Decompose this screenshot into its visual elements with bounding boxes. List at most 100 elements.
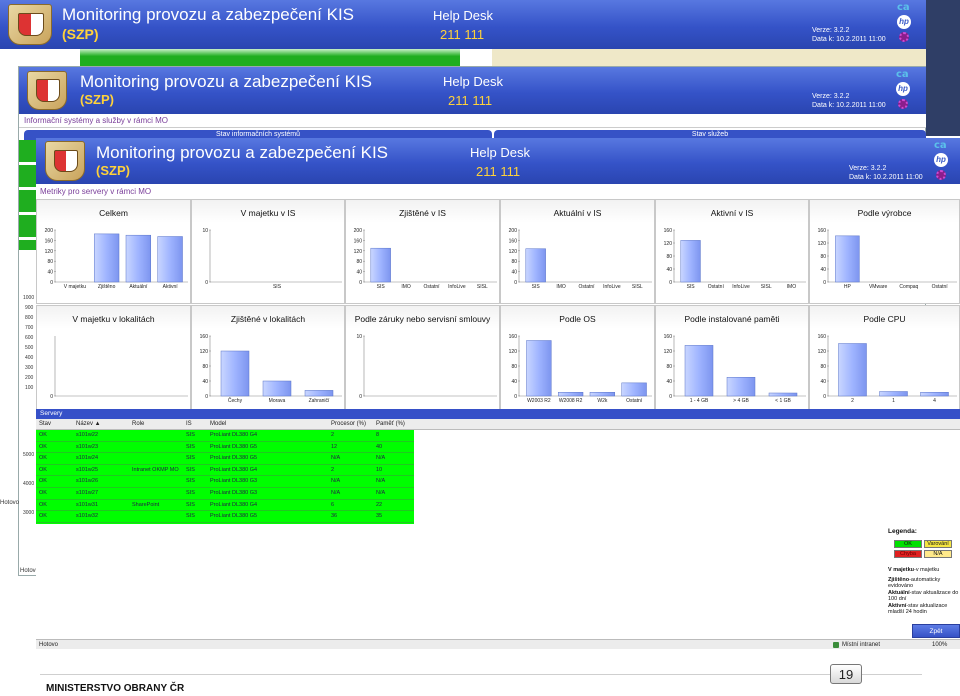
- cell-pamet: 10: [376, 466, 383, 473]
- table-row[interactable]: OK s101w22 SIS ProLiant DL380 G4 2 8: [36, 430, 414, 442]
- y-tick-label: 120: [664, 241, 673, 247]
- chart-svg: 160 120 80 40 0 W2003 R2 W2008 R2 W2k Ostatní: [509, 334, 652, 404]
- bar: [621, 382, 647, 397]
- col-header-procesor[interactable]: Procesor (%): [331, 419, 366, 430]
- y-tick-label: 120: [354, 249, 363, 255]
- app-title: Monitoring provozu a zabezpečení KIS: [62, 5, 355, 24]
- table-row[interactable]: OK s101w27 SIS ProLiant DL380 G3 N/A N/A: [36, 488, 414, 500]
- servers-title: Servery: [36, 409, 960, 419]
- cell-stav: OK: [39, 443, 47, 450]
- version-info: Verze: 3.2.2 Data k: 10.2.2011 11:00: [812, 26, 886, 44]
- y-tick: 600: [25, 335, 34, 341]
- x-tick-label: Ostatní: [932, 284, 949, 290]
- ca-logo-icon: ca: [934, 140, 947, 151]
- cell-is: SIS: [186, 478, 195, 485]
- cell-nazev: s101w26: [76, 478, 99, 485]
- col-header-model[interactable]: Model: [210, 419, 226, 430]
- helpdesk-label: Help Desk: [443, 74, 503, 89]
- col-header-role[interactable]: Role: [132, 419, 144, 430]
- cell-nazev: s101w31: [76, 501, 99, 508]
- cell-model: ProLiant DL380 G5: [210, 443, 258, 450]
- zone-icon: [833, 642, 839, 648]
- chart-panel: Celkem 200 160 120 80 40 0 V majetku Zjištěno Akt…: [36, 199, 191, 304]
- ca-logo-icon: ca: [896, 69, 909, 80]
- zoom-level[interactable]: 100%: [932, 640, 947, 650]
- y-tick: 900: [25, 305, 34, 311]
- y-tick-label: 80: [47, 259, 53, 265]
- y-tick: 1000: [23, 295, 35, 301]
- y-tick-label: 0: [514, 394, 517, 400]
- cell-pamet: N/A: [376, 478, 386, 485]
- helpdesk-number: 211 111: [440, 27, 485, 42]
- bar: [726, 377, 756, 397]
- table-row[interactable]: OK s101w31 SharePoint SIS ProLiant DL380 G4 6…: [36, 499, 414, 512]
- app-subtitle: (SZP): [96, 163, 130, 178]
- layer1-status-text: Hotovo: [0, 500, 20, 506]
- data-date-text: Data k: 10.2.2011 11:00: [849, 174, 923, 181]
- y-tick-label: 0: [669, 280, 672, 286]
- x-tick-label: InfoLive: [732, 284, 750, 290]
- cell-pamet: N/A: [376, 490, 386, 496]
- y-tick-label: 0: [359, 394, 362, 400]
- cell-pamet: 35: [376, 513, 383, 520]
- back-button[interactable]: Zpět: [912, 624, 960, 638]
- table-row[interactable]: OK s101w26 SIS ProLiant DL380 G3 N/A N/A: [36, 476, 414, 488]
- header-layer1: Monitoring provozu a zabezpečení KIS (SZ…: [0, 0, 926, 49]
- y-tick-label: 120: [818, 241, 827, 247]
- cell-stav: OK: [39, 490, 47, 496]
- col-header-pamet[interactable]: Paměť (%): [376, 419, 405, 430]
- cell-model: ProLiant DL380 G4: [210, 432, 258, 438]
- helpdesk-label: Help Desk: [433, 8, 493, 23]
- table-row[interactable]: OK s101w32 SIS ProLiant DL380 G5 36 35: [36, 511, 414, 523]
- panel-title-is-text: Stav informačních systémů: [215, 131, 301, 138]
- y-tick: 700: [25, 325, 34, 331]
- col-header-is[interactable]: IS: [186, 419, 192, 430]
- y-tick-label: 200: [509, 228, 518, 234]
- chart-svg: 160 120 80 40 0 2 1 4: [818, 334, 957, 404]
- hp-logo-icon: hp: [897, 15, 911, 29]
- legend-line-majetek: V majetku-v majetku: [888, 567, 940, 573]
- x-tick-label: Ostatní: [708, 284, 725, 290]
- bar: [370, 247, 391, 283]
- cell-model: ProLiant DL380 G3: [210, 490, 258, 496]
- chart-panel: Podle záruky nebo servisní smlouvy 10 0: [345, 305, 500, 410]
- cell-procesor: 2: [331, 466, 335, 473]
- y-tick-label: 0: [823, 280, 826, 286]
- x-tick-label: Ostatní: [423, 284, 440, 290]
- y-tick-label: 200: [45, 228, 54, 234]
- y-tick-label: 160: [664, 334, 673, 340]
- x-tick-label: IMO: [556, 284, 566, 290]
- bar: [879, 391, 908, 397]
- breadcrumb: Metriky pro servery v rámci MO: [36, 184, 960, 199]
- y-tick-label: 0: [205, 394, 208, 400]
- layer2-green-tiles: [19, 140, 36, 250]
- col-header-nazev[interactable]: Název ▲: [76, 419, 101, 430]
- breadcrumb: Informační systémy a služby v rámci MO: [19, 114, 926, 128]
- czech-crest-icon: [8, 4, 52, 45]
- table-row[interactable]: OK s101w25 Intranet OKMP MO SIS ProLiant DL3…: [36, 464, 414, 477]
- bar: [262, 380, 292, 397]
- x-tick-label: SISL: [632, 284, 643, 290]
- table-row[interactable]: OK s101w24 SIS ProLiant DL380 G5 N/A N/A: [36, 453, 414, 465]
- panel-title-services-text: Stav služeb: [691, 131, 729, 138]
- x-tick-label: SIS: [273, 284, 282, 290]
- chart-svg: 10 0: [356, 334, 497, 400]
- table-row[interactable]: OK s101w23 SIS ProLiant DL380 G5 12 40: [36, 441, 414, 454]
- cell-stav: OK: [39, 432, 47, 438]
- bar: [525, 248, 546, 283]
- bar: [589, 392, 616, 397]
- cell-procesor: 12: [331, 443, 338, 450]
- x-tick-label: Zahraničí: [309, 398, 330, 404]
- y-tick-label: 160: [509, 334, 518, 340]
- cell-pamet: 40: [376, 443, 383, 450]
- col-header-stav[interactable]: Stav: [39, 419, 51, 430]
- x-tick-label: 4: [933, 398, 936, 404]
- x-tick-label: InfoLive: [603, 284, 621, 290]
- x-tick-label: Ostatní: [626, 398, 643, 404]
- bar: [304, 390, 334, 397]
- cell-is: SIS: [186, 501, 195, 508]
- x-tick-label: W2003 R2: [527, 398, 551, 404]
- cell-procesor: N/A: [331, 455, 341, 462]
- servers-panel: Servery Stav Název ▲ Role IS Model Proce…: [36, 409, 960, 639]
- y-tick-label: 160: [45, 238, 54, 244]
